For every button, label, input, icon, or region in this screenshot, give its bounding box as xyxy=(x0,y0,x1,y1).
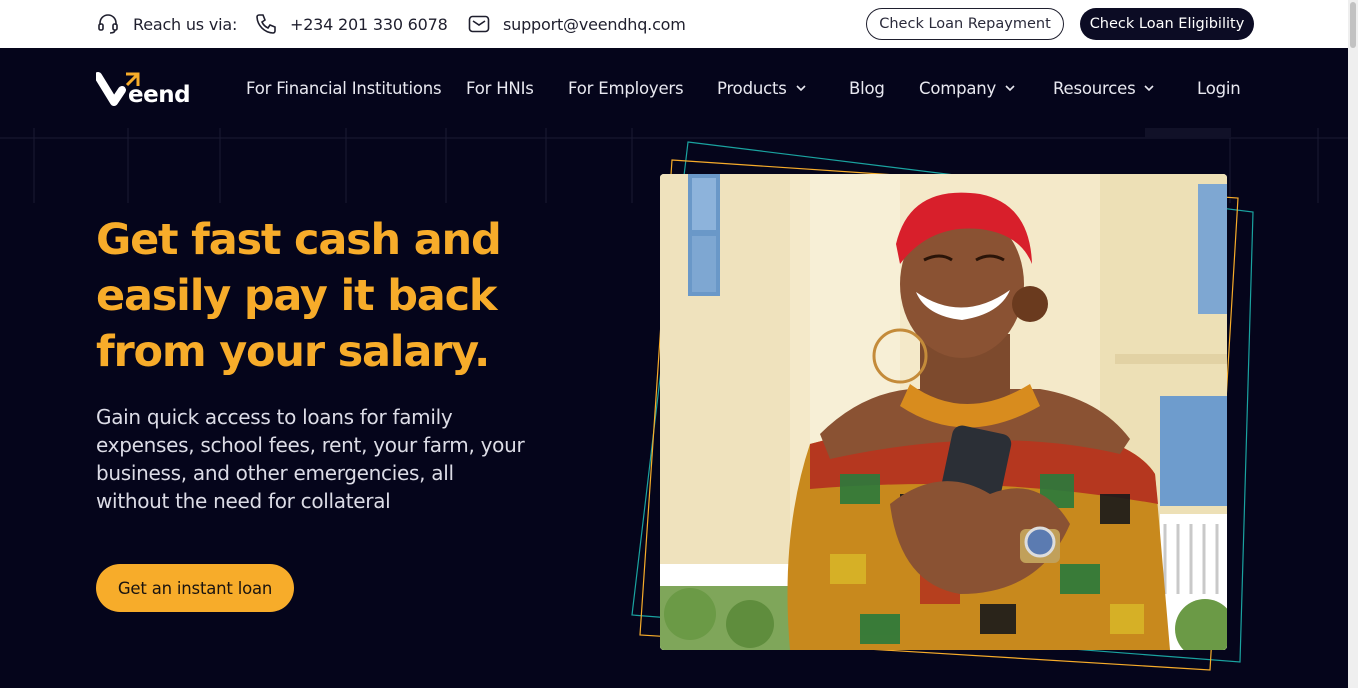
nav-resources[interactable]: Resources xyxy=(1053,76,1155,100)
reach-us-label: Reach us via: xyxy=(133,14,238,34)
check-loan-eligibility-button[interactable]: Check Loan Eligibility xyxy=(1080,8,1254,40)
hero-title: Get fast cash and easily pay it back fro… xyxy=(96,212,576,380)
woman-with-phone-image xyxy=(660,174,1227,650)
email-link[interactable]: support@veendhq.com xyxy=(503,0,686,48)
page-scrollbar[interactable] xyxy=(1348,0,1358,688)
phone-link[interactable]: +234 201 330 6078 xyxy=(290,0,448,48)
mail-icon xyxy=(467,0,491,48)
hero-subtitle-line: Gain quick access to loans for family xyxy=(96,405,453,429)
hero-subtitle: Gain quick access to loans for family ex… xyxy=(96,403,556,515)
hero-subtitle-line: expenses, school fees, rent, your farm, … xyxy=(96,433,525,457)
nav-products[interactable]: Products xyxy=(717,76,807,100)
nav-resources-label: Resources xyxy=(1053,78,1136,98)
get-instant-loan-button[interactable]: Get an instant loan xyxy=(96,564,294,612)
top-contact-bar: Reach us via: +234 201 330 6078 support@… xyxy=(0,0,1348,48)
hero-title-line: from your salary. xyxy=(96,327,490,377)
nav-for-employers[interactable]: For Employers xyxy=(568,76,684,100)
chevron-down-icon xyxy=(796,85,806,92)
hero-title-line: Get fast cash and xyxy=(96,215,502,265)
nav-for-hnis[interactable]: For HNIs xyxy=(466,76,534,100)
hero-photo xyxy=(660,174,1227,650)
nav-blog[interactable]: Blog xyxy=(849,76,885,100)
headset-icon xyxy=(96,0,120,48)
chevron-down-icon xyxy=(1005,85,1015,92)
nav-company-label: Company xyxy=(919,78,997,98)
nav-company[interactable]: Company xyxy=(919,76,1016,100)
hero-title-line: easily pay it back xyxy=(96,271,497,321)
logo-text: eend xyxy=(128,82,191,108)
chevron-down-icon xyxy=(1144,85,1155,92)
nav-login[interactable]: Login xyxy=(1197,76,1241,100)
scrollbar-thumb[interactable] xyxy=(1350,2,1356,48)
check-loan-repayment-button[interactable]: Check Loan Repayment xyxy=(866,8,1064,40)
nav-products-label: Products xyxy=(717,78,787,98)
hero-subtitle-line: without the need for collateral xyxy=(96,489,391,513)
phone-icon xyxy=(254,0,278,48)
nav-for-financial-institutions[interactable]: For Financial Institutions xyxy=(246,76,442,100)
hero-subtitle-line: business, and other emergencies, all xyxy=(96,461,454,485)
